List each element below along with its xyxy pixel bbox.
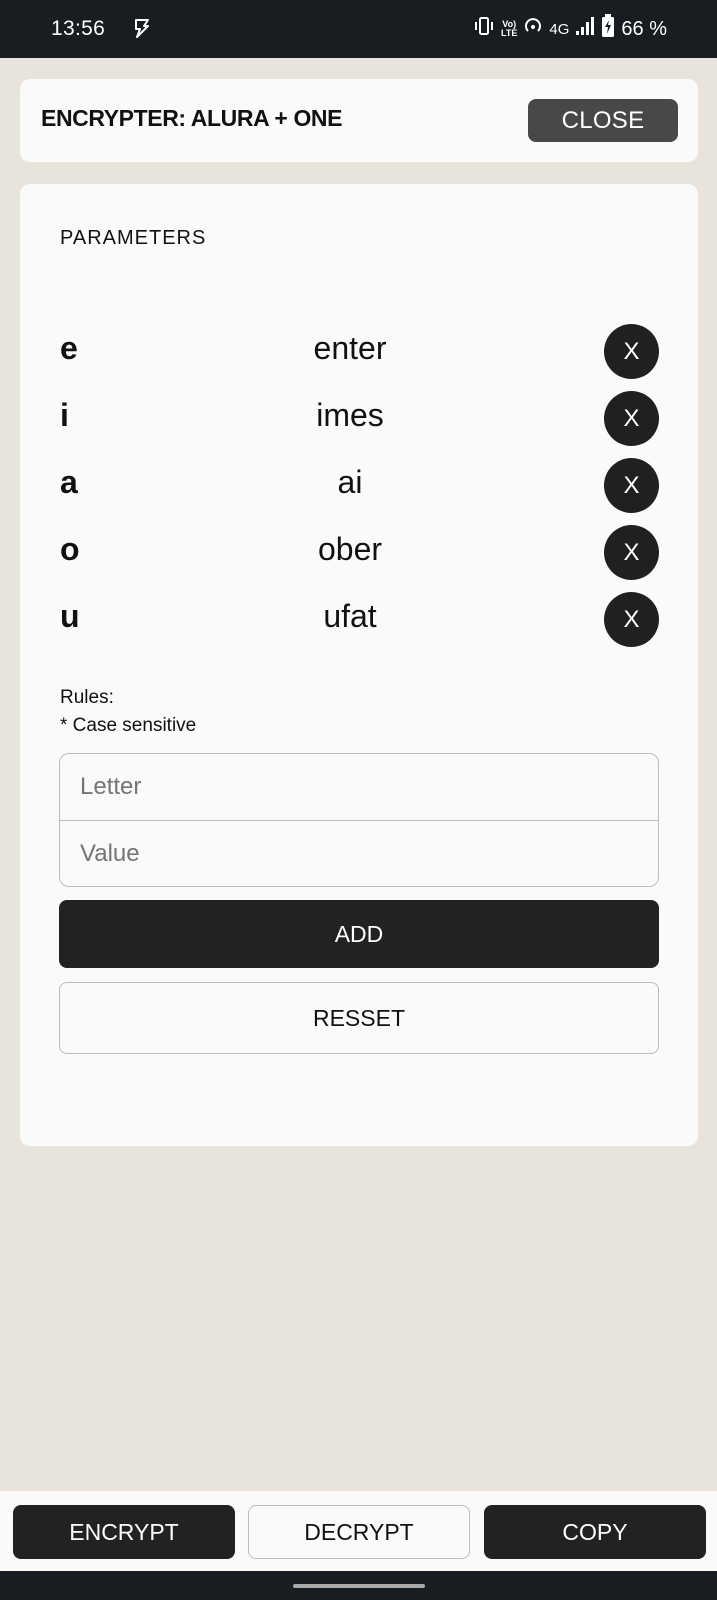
notification-icon: [132, 16, 152, 40]
vibrate-icon: [473, 16, 495, 42]
rule-letter: u: [60, 598, 80, 634]
volte-bottom-label: LTE: [501, 28, 518, 38]
action-bar: ENCRYPT DECRYPT COPY: [0, 1491, 717, 1571]
battery-charging-icon: [601, 14, 615, 44]
rule-row: e enter X: [20, 324, 698, 380]
network-type: 4G: [549, 20, 570, 38]
home-indicator[interactable]: [293, 1584, 425, 1588]
delete-rule-button[interactable]: X: [604, 592, 659, 647]
rule-letter: e: [60, 330, 78, 366]
status-icons: Vo) LTE 4G 66 %: [473, 14, 667, 44]
letter-input[interactable]: [60, 754, 658, 820]
parameters-card: PARAMETERS e enter X i imes X a ai X o o…: [20, 184, 698, 1146]
rule-value: ufat: [323, 598, 377, 634]
hotspot-icon: [523, 16, 543, 42]
delete-rule-button[interactable]: X: [604, 391, 659, 446]
close-button[interactable]: CLOSE: [528, 99, 678, 142]
encrypt-button[interactable]: ENCRYPT: [13, 1505, 235, 1559]
header-card: ENCRYPTER: ALURA + ONE CLOSE: [20, 79, 698, 162]
rule-row: i imes X: [20, 391, 698, 447]
rule-letter: i: [60, 397, 69, 433]
volte-icon: Vo) LTE: [501, 20, 517, 38]
delete-rule-button[interactable]: X: [604, 525, 659, 580]
rule-value: ober: [317, 531, 383, 567]
rule-input-group: [59, 753, 659, 887]
rule-letter: o: [60, 531, 80, 567]
add-button[interactable]: ADD: [59, 900, 659, 968]
status-time: 13:56: [51, 17, 106, 40]
rule-value: imes: [316, 397, 384, 433]
decrypt-button[interactable]: DECRYPT: [248, 1505, 470, 1559]
rule-value: ai: [337, 464, 363, 500]
status-bar: 13:56 Vo) LTE 4G 66 %: [0, 0, 717, 58]
app-title: ENCRYPTER: ALURA + ONE: [41, 105, 343, 131]
rule-letter: a: [60, 464, 78, 500]
rules-heading: Rules:: [60, 687, 114, 708]
signal-icon: [575, 16, 595, 42]
parameters-title: PARAMETERS: [60, 227, 207, 249]
rules-note: * Case sensitive: [60, 715, 197, 736]
rule-value: enter: [313, 330, 387, 366]
rule-row: a ai X: [20, 458, 698, 514]
reset-button[interactable]: RESSET: [59, 982, 659, 1054]
value-input[interactable]: [60, 821, 658, 886]
rule-row: o ober X: [20, 525, 698, 581]
delete-rule-button[interactable]: X: [604, 458, 659, 513]
delete-rule-button[interactable]: X: [604, 324, 659, 379]
battery-percent: 66 %: [621, 17, 667, 40]
navigation-bar: [0, 1571, 717, 1600]
copy-button[interactable]: COPY: [484, 1505, 706, 1559]
rule-row: u ufat X: [20, 592, 698, 648]
